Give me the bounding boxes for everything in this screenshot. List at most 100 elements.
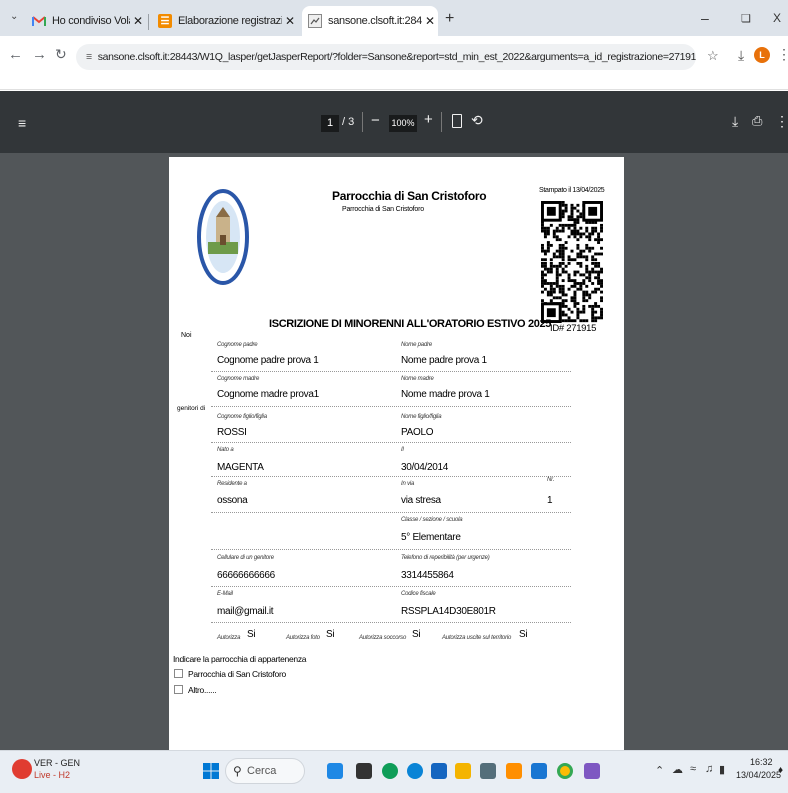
nome-madre-value: Nome madre prova 1 [401,389,490,400]
noi-label: Noi [181,332,192,339]
site-settings-icon[interactable]: ≡ [86,51,92,63]
volume-icon[interactable]: ♫ [705,763,713,775]
show-hidden-icons-chevron-icon[interactable]: ⌃ [655,764,664,777]
data-nascita-value: 30/04/2014 [401,462,449,473]
task-view-icon[interactable] [356,763,372,779]
tab-title: Elaborazione registrazione [178,15,282,27]
field-label: Residente a [217,481,247,487]
page-number-input[interactable]: 1 [321,115,339,132]
row-divider [211,371,571,372]
parrocchia-checkbox[interactable] [174,669,183,678]
tab-pdf-report[interactable]: sansone.clsoft.it:28443/W1Q_la ✕ [302,6,438,36]
live-sport-icon[interactable] [12,759,32,779]
zoom-in-icon[interactable]: + [424,111,433,128]
new-tab-plus-icon[interactable]: + [445,10,454,28]
address-bar[interactable]: ≡ sansone.clsoft.it:28443/W1Q_lasper/get… [76,44,696,70]
altro-checkbox[interactable] [174,685,183,694]
rotate-icon[interactable]: ⟲ [471,112,483,129]
clock-time[interactable]: 16:32 [750,757,773,767]
zoom-out-icon[interactable]: − [371,112,380,129]
reload-icon[interactable]: ↻ [55,46,67,63]
browser-menu-icon[interactable]: ⋮ [777,46,788,63]
autorizza-foto-label: Autorizza foto [286,635,320,641]
pdf-toolbar: ≡ 1 / 3 − 100% + ⟲ ⤓ ⎙ ⋮ [0,91,788,153]
edge-icon[interactable] [407,763,423,779]
battery-icon[interactable]: ▮ [719,763,725,776]
cognome-madre-value: Cognome madre prova1 [217,389,319,400]
field-label: Nome madre [401,376,434,382]
tab-separator [148,14,149,30]
download-icon[interactable]: ⤓ [738,47,744,64]
sidebar-menu-icon[interactable]: ≡ [18,115,26,131]
network-app-icon[interactable] [480,763,496,779]
fit-page-icon[interactable] [452,114,462,128]
tab-close-icon[interactable]: ✕ [422,14,438,28]
field-label: In via [401,481,415,487]
app-badge-icon[interactable] [506,763,522,779]
tab-gmail[interactable]: Ho condiviso Volantino oratorio ✕ [26,6,146,36]
close-window-icon[interactable]: X [773,11,781,25]
minimize-icon[interactable]: – [701,10,709,26]
search-icon: ⚲ [233,764,242,778]
residente-value: ossona [217,495,248,506]
autorizza-soccorso-label: Autorizza soccorso [359,635,407,641]
row-divider [211,549,571,550]
pdf-page: Parrocchia di San Cristoforo Parrocchia … [169,157,624,750]
genitori-di-label: genitori di [177,405,206,412]
field-label: E-Mail [217,591,233,597]
zoom-level-input[interactable]: 100% [389,115,417,132]
restore-icon[interactable]: ❏ [741,12,751,25]
altro-option-label: Altro...... [188,685,217,695]
people-app-icon[interactable] [327,763,343,779]
back-arrow-icon[interactable]: ← [8,46,23,63]
notification-bell-icon[interactable]: ♦ [778,765,783,776]
weather-line1: VER - GEN [34,758,81,768]
row-divider [211,512,571,513]
pdf-more-icon[interactable]: ⋮ [775,113,788,130]
autorizza-uscite-label: Autorizza uscite sul territorio [442,635,512,641]
print-date: Stampato il 13/04/2025 [539,187,605,194]
browser-tabstrip: ⌄ Ho condiviso Volantino oratorio ✕ ☰ El… [0,0,788,36]
codice-fiscale-value: RSSPLA14D30E801R [401,606,496,617]
tab-search-chevron-icon[interactable]: ⌄ [10,11,18,22]
parrocchia-prompt: Indicare la parrocchia di appartenenza [173,654,307,664]
tab-close-icon[interactable]: ✕ [130,14,146,28]
autorizza-soccorso-value: Si [412,629,421,640]
clock-date[interactable]: 13/04/2025 [736,770,781,780]
print-icon[interactable]: ⎙ [752,113,762,129]
bookmark-star-icon[interactable]: ☆ [707,48,719,64]
field-label: Nr. [547,477,555,483]
parish-title: Parrocchia di San Cristoforo [332,189,487,203]
field-label: Il [401,447,404,453]
field-label: Cognome padre [217,342,258,348]
onedrive-icon[interactable]: ☁ [672,763,683,776]
autorizza-label: Autorizza [217,635,241,641]
forward-arrow-icon[interactable]: → [32,46,47,63]
store-icon[interactable] [431,763,447,779]
parrocchia-option-label: Parrocchia di San Cristoforo [188,669,286,679]
tab-close-icon[interactable]: ✕ [282,14,298,28]
profile-avatar[interactable]: L [754,47,770,63]
pdf-download-icon[interactable]: ⤓ [732,113,738,130]
app-icon: ☰ [158,14,172,28]
field-label: Codice fiscale [401,591,436,597]
word-icon[interactable] [531,763,547,779]
classe-value: 5° Elementare [401,532,461,543]
teams-icon[interactable] [584,763,600,779]
parish-subtitle: Parrocchia di San Cristoforo [342,206,424,213]
row-divider [211,622,571,623]
url-text: sansone.clsoft.it:28443/W1Q_lasper/getJa… [97,51,696,63]
file-explorer-icon[interactable] [455,763,471,779]
tab-elaborazione[interactable]: ☰ Elaborazione registrazione ✕ [152,6,298,36]
browser-toolbar: ← → ↻ ≡ sansone.clsoft.it:28443/W1Q_lasp… [0,36,788,90]
copilot-icon[interactable] [382,763,398,779]
chrome-icon[interactable] [557,763,573,779]
qr-code [541,201,603,323]
pdf-icon [308,14,322,28]
taskbar-search-box[interactable]: ⚲ Cerca [225,758,305,784]
wifi-icon[interactable]: ≈ [690,763,696,775]
windows-start-icon[interactable] [203,763,219,779]
autorizza-foto-value: Si [326,629,335,640]
search-placeholder: Cerca [247,765,277,777]
toolbar-divider [362,112,363,132]
